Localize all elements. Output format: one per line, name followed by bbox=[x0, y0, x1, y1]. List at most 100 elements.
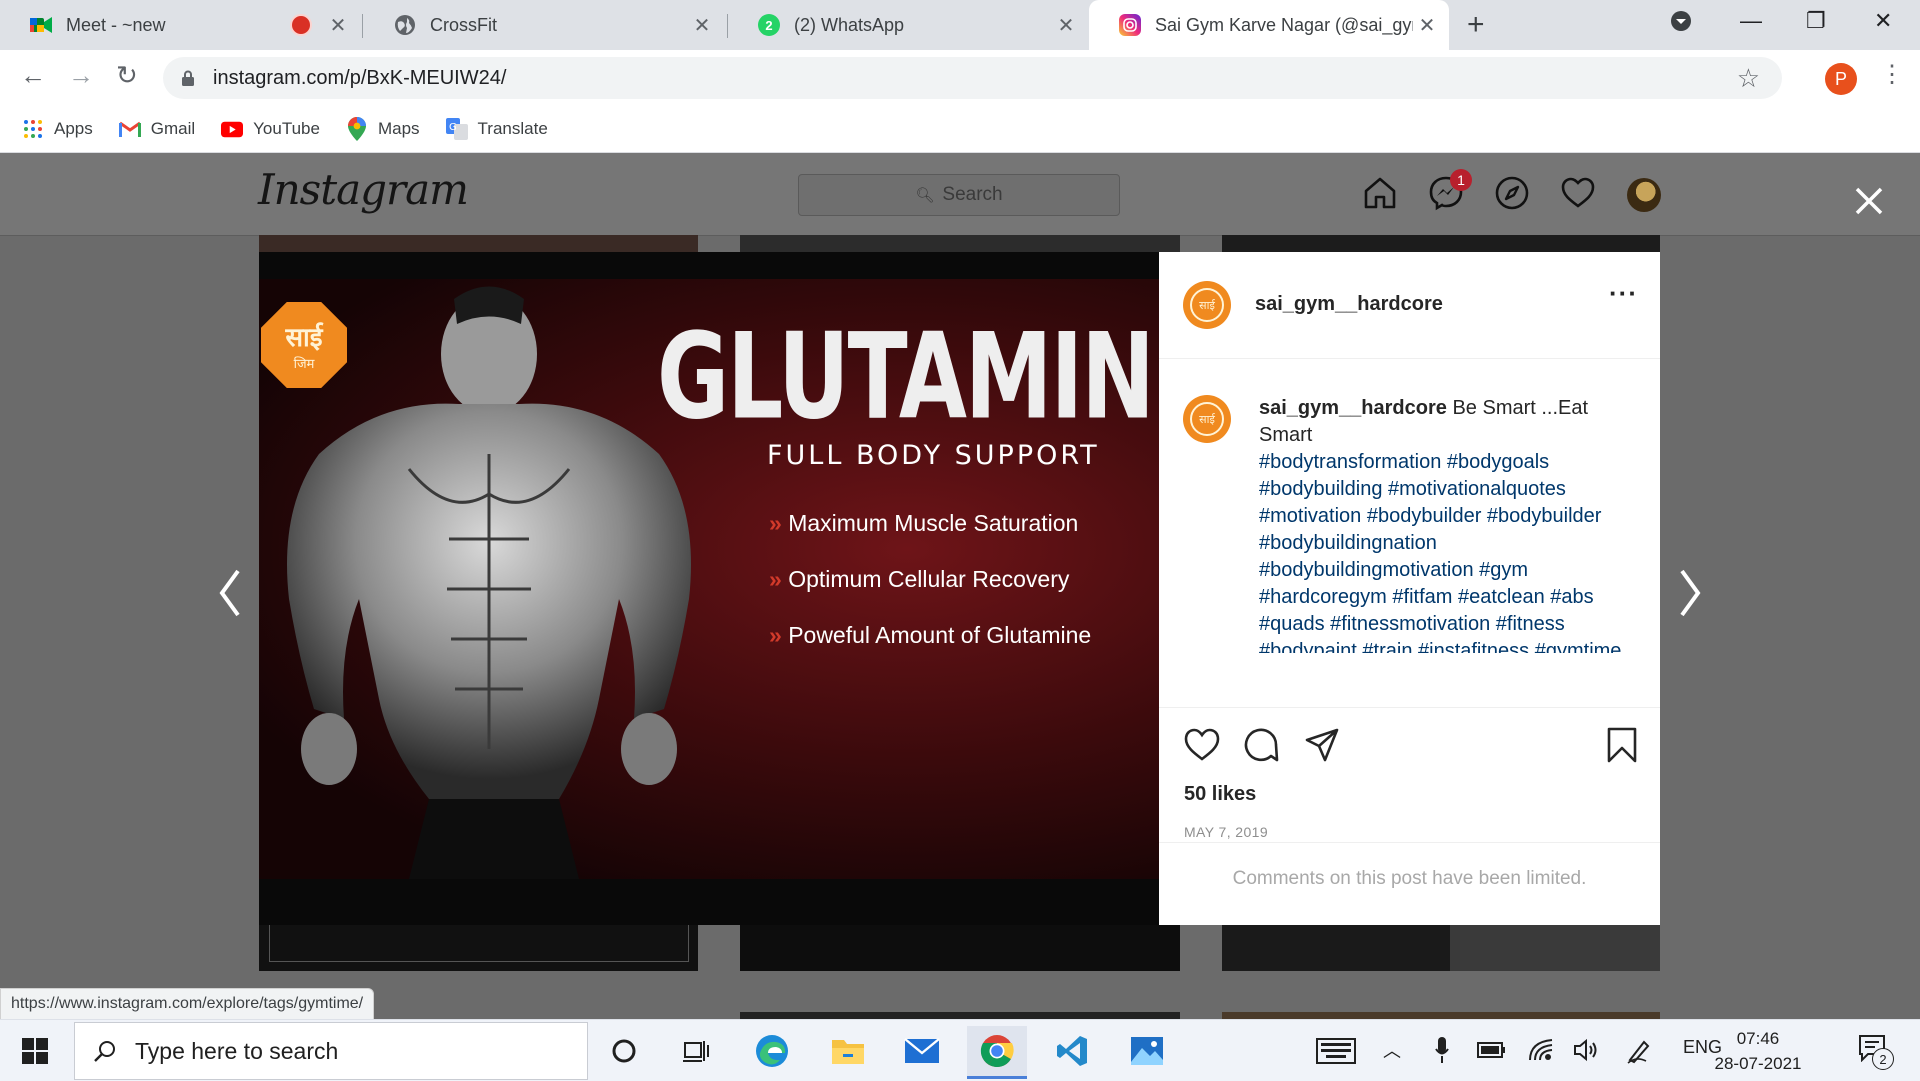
search-icon bbox=[94, 1041, 115, 1062]
grid-post-image[interactable] bbox=[1222, 1012, 1660, 1019]
gym-logo-subtext: जिम bbox=[293, 357, 315, 372]
close-window-icon[interactable]: ✕ bbox=[1874, 8, 1892, 34]
tab-title: CrossFit bbox=[430, 14, 497, 35]
link-status-bar: https://www.instagram.com/explore/tags/g… bbox=[0, 988, 375, 1019]
tab-whatsapp[interactable]: 2 (2) WhatsApp ✕ bbox=[728, 0, 1088, 50]
bookmark-label: Translate bbox=[477, 119, 548, 138]
minimize-icon[interactable]: — bbox=[1740, 8, 1762, 34]
profile-avatar[interactable] bbox=[1627, 178, 1661, 212]
photos-icon[interactable] bbox=[1117, 1026, 1177, 1076]
windows-start-icon[interactable] bbox=[22, 1038, 48, 1064]
wifi-icon[interactable] bbox=[1528, 1038, 1554, 1062]
home-icon[interactable] bbox=[1362, 175, 1398, 211]
clock-time: 07:46 bbox=[1736, 1029, 1780, 1048]
bullet-text: Poweful Amount of Glutamine bbox=[788, 622, 1092, 648]
avatar-logo-text: साई bbox=[1190, 288, 1224, 322]
keyboard-tray-icon[interactable] bbox=[1316, 1038, 1356, 1064]
like-heart-icon[interactable] bbox=[1183, 726, 1221, 764]
tab-instagram[interactable]: Sai Gym Karve Nagar (@sai_gym_ ✕ bbox=[1089, 0, 1449, 50]
comments-limited-notice: Comments on this post have been limited. bbox=[1159, 842, 1660, 928]
caption-author-avatar[interactable]: साई bbox=[1183, 395, 1231, 443]
search-input[interactable]: 🔍︎ Search bbox=[798, 174, 1120, 216]
instagram-navbar: Instagram 🔍︎ Search 1 bbox=[0, 153, 1920, 236]
maps-pin-icon bbox=[346, 117, 368, 141]
instagram-logo[interactable]: Instagram bbox=[258, 165, 469, 214]
search-placeholder: Search bbox=[942, 184, 1003, 205]
address-bar[interactable]: instagram.com/p/BxK-MEUIW24/ ☆ bbox=[163, 57, 1782, 99]
lock-icon bbox=[182, 70, 194, 86]
tab-meet[interactable]: Meet - ~new ✕ bbox=[0, 0, 360, 50]
post-image[interactable]: साई जिम GLUTAMINE FULL BODY SUPPORT » Ma… bbox=[259, 252, 1159, 925]
notification-count: 2 bbox=[1872, 1048, 1894, 1070]
tab-strip: Meet - ~new ✕ CrossFit ✕ 2 (2) WhatsApp … bbox=[0, 0, 1920, 50]
tab-title: Meet - ~new bbox=[66, 14, 166, 35]
mail-icon[interactable] bbox=[892, 1026, 952, 1076]
author-username[interactable]: sai_gym__hardcore bbox=[1255, 293, 1443, 316]
taskbar-search-input[interactable]: Type here to search bbox=[74, 1022, 588, 1080]
bullet-text: Optimum Cellular Recovery bbox=[788, 566, 1070, 592]
bookmark-maps[interactable]: Maps bbox=[346, 117, 420, 141]
bookmark-apps[interactable]: Apps bbox=[22, 118, 93, 140]
file-explorer-icon[interactable] bbox=[818, 1026, 878, 1076]
show-hidden-icons-chevron-icon[interactable]: ︿ bbox=[1383, 1037, 1401, 1063]
notification-center-icon[interactable]: 2 bbox=[1858, 1034, 1894, 1070]
grid-post-image[interactable] bbox=[259, 925, 698, 971]
new-tab-icon[interactable]: + bbox=[1467, 8, 1485, 42]
forward-icon[interactable]: → bbox=[68, 60, 94, 91]
system-clock[interactable]: 07:46 28-07-2021 bbox=[1708, 1026, 1808, 1076]
vscode-icon[interactable] bbox=[1042, 1026, 1102, 1076]
comment-icon[interactable] bbox=[1243, 726, 1281, 764]
close-modal-icon[interactable] bbox=[1851, 183, 1887, 219]
translate-icon: G bbox=[445, 118, 468, 140]
post-header: साई sai_gym__hardcore ··· bbox=[1159, 252, 1660, 359]
task-view-icon[interactable] bbox=[666, 1026, 726, 1076]
grid-post-image[interactable] bbox=[740, 1012, 1180, 1019]
cortana-icon[interactable] bbox=[594, 1026, 654, 1076]
caption-username[interactable]: sai_gym__hardcore bbox=[1259, 397, 1447, 419]
save-bookmark-icon[interactable] bbox=[1603, 726, 1641, 764]
tab-crossfit[interactable]: CrossFit ✕ bbox=[364, 0, 724, 50]
previous-post-arrow-icon[interactable] bbox=[212, 563, 248, 623]
bookmark-gmail[interactable]: Gmail bbox=[118, 118, 195, 140]
grid-post-image[interactable] bbox=[1222, 235, 1660, 252]
google-meet-icon bbox=[30, 14, 52, 36]
url-text: instagram.com/p/BxK-MEUIW24/ bbox=[213, 66, 507, 89]
post-date[interactable]: MAY 7, 2019 bbox=[1184, 824, 1268, 840]
chrome-menu-icon[interactable]: ⋮ bbox=[1880, 60, 1904, 89]
grid-post-image[interactable] bbox=[740, 925, 1180, 971]
next-post-arrow-icon[interactable] bbox=[1672, 563, 1708, 623]
notification-badge: 1 bbox=[1450, 169, 1472, 191]
post-bullet: » Optimum Cellular Recovery bbox=[769, 566, 1070, 592]
author-avatar[interactable]: साई bbox=[1183, 281, 1231, 329]
caption-hashtags[interactable]: #bodytransformation #bodygoals #bodybuil… bbox=[1259, 451, 1621, 653]
close-tab-icon[interactable]: ✕ bbox=[1052, 13, 1080, 38]
bookmark-star-icon[interactable]: ☆ bbox=[1737, 63, 1760, 94]
bullet-text: Maximum Muscle Saturation bbox=[788, 510, 1079, 536]
back-icon[interactable]: ← bbox=[20, 60, 46, 91]
grid-post-image[interactable] bbox=[259, 235, 698, 252]
activity-heart-icon[interactable] bbox=[1560, 175, 1596, 211]
tab-search-icon[interactable] bbox=[1670, 10, 1692, 38]
pen-ink-icon[interactable] bbox=[1626, 1038, 1652, 1064]
close-tab-icon[interactable]: ✕ bbox=[324, 13, 352, 38]
edge-browser-icon[interactable] bbox=[742, 1026, 802, 1076]
volume-icon[interactable] bbox=[1573, 1038, 1599, 1062]
battery-charging-icon[interactable] bbox=[1477, 1039, 1507, 1061]
post-subhead: FULL BODY SUPPORT bbox=[767, 440, 1100, 471]
microphone-icon[interactable] bbox=[1434, 1036, 1450, 1064]
bookmark-translate[interactable]: G Translate bbox=[445, 118, 548, 140]
chrome-taskbar-icon[interactable] bbox=[967, 1026, 1027, 1079]
restore-icon[interactable]: ❐ bbox=[1806, 8, 1826, 34]
bookmark-youtube[interactable]: YouTube bbox=[221, 118, 320, 140]
avatar-logo-text: साई bbox=[1190, 402, 1224, 436]
grid-post-image[interactable] bbox=[1222, 925, 1660, 971]
reload-icon[interactable]: ↻ bbox=[116, 60, 138, 91]
close-tab-icon[interactable]: ✕ bbox=[688, 13, 716, 38]
explore-compass-icon[interactable] bbox=[1494, 175, 1530, 211]
share-send-icon[interactable] bbox=[1303, 726, 1341, 764]
close-tab-icon[interactable]: ✕ bbox=[1413, 13, 1441, 38]
profile-avatar[interactable]: P bbox=[1825, 63, 1857, 95]
more-options-icon[interactable]: ··· bbox=[1609, 278, 1638, 309]
grid-post-image[interactable] bbox=[740, 235, 1180, 252]
likes-count[interactable]: 50 likes bbox=[1184, 783, 1256, 806]
